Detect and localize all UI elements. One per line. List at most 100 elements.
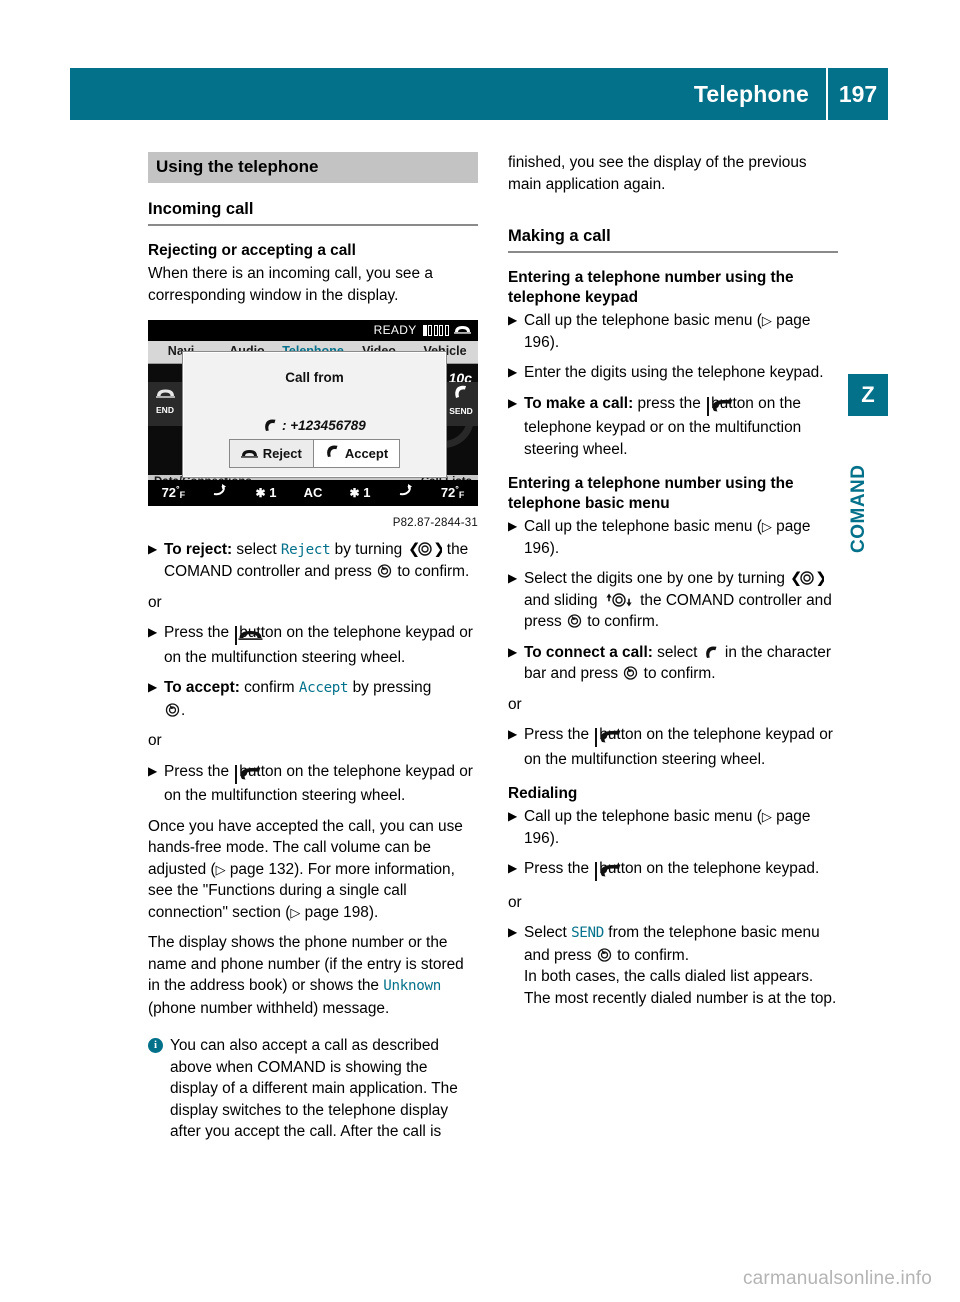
comand-screen: READY Navi Audio Telephone Video Vehicle… bbox=[148, 320, 478, 506]
step-bullet-icon: ▶ bbox=[508, 571, 518, 585]
step-call-up-basic-menu-3: ▶ Call up the telephone basic menu (▷ pa… bbox=[508, 806, 838, 849]
step-label-bold: To connect a call: bbox=[524, 643, 653, 661]
step-text: by pressing bbox=[348, 679, 432, 696]
or-label: or bbox=[508, 695, 522, 713]
send-call-key-icon bbox=[595, 862, 621, 881]
intro-paragraph: When there is an incoming call, you see … bbox=[148, 265, 433, 304]
heading-entering-number-basic-menu: Entering a telephone number using the te… bbox=[508, 475, 794, 512]
step-label-bold: To accept: bbox=[164, 679, 240, 696]
ui-string-accept: Accept bbox=[298, 680, 349, 696]
dialog-caller-number: : +123456789 bbox=[183, 415, 446, 437]
step-bullet-icon: ▶ bbox=[508, 809, 518, 823]
step-bullet-icon: ▶ bbox=[508, 519, 518, 533]
step-press-send-key-3: ▶ Press the button on the telephone keyp… bbox=[508, 858, 838, 883]
step-text: to confirm. bbox=[393, 563, 470, 580]
svg-text:❯: ❯ bbox=[433, 541, 442, 557]
step-text: Press the bbox=[164, 762, 234, 780]
left-column: Using the telephone Incoming call Reject… bbox=[148, 152, 478, 1143]
heading-rejecting-accepting: Rejecting or accepting a call bbox=[148, 242, 356, 259]
phone-handset-icon bbox=[704, 644, 719, 658]
step-press-end-key: ▶ Press the button on the telephone keyp… bbox=[148, 622, 478, 668]
step-bullet-icon: ▶ bbox=[508, 395, 518, 410]
step-text: Press the bbox=[164, 624, 234, 641]
step-bullet-icon: ▶ bbox=[508, 861, 518, 875]
step-body: Call up the telephone basic menu (▷ page… bbox=[524, 312, 811, 351]
info-note-text: You can also accept a call as described … bbox=[170, 1037, 458, 1140]
send-call-key-icon bbox=[235, 764, 261, 784]
step-body: To accept: confirm Accept by pressing . bbox=[164, 677, 478, 721]
comand-press-icon bbox=[623, 665, 638, 680]
or-label: or bbox=[148, 593, 162, 611]
send-call-key-icon bbox=[595, 728, 621, 747]
step-text: confirm bbox=[239, 679, 299, 696]
step-to-reject: ▶ To reject: select Reject by turning ❮❯… bbox=[148, 539, 478, 583]
end-call-key[interactable]: END bbox=[148, 382, 182, 426]
fan-speed-left: ✱ 1 bbox=[255, 484, 277, 500]
step-body: To make a call: press the button on the … bbox=[524, 394, 802, 458]
step-extra-text: In both cases, the calls dialed list app… bbox=[524, 968, 837, 1007]
page-header: Telephone 197 bbox=[70, 68, 888, 120]
step-bullet-icon: ▶ bbox=[148, 763, 158, 778]
dialog-accept-button[interactable]: Accept bbox=[313, 438, 401, 468]
send-key-label: SEND bbox=[449, 406, 473, 417]
step-bullet-icon: ▶ bbox=[508, 644, 518, 659]
comand-turn-icon: ❮❯ bbox=[790, 569, 828, 587]
page-reference-198: page 198 bbox=[300, 903, 369, 921]
status-ready-label: READY bbox=[373, 322, 417, 337]
comand-display-figure: READY Navi Audio Telephone Video Vehicle… bbox=[148, 320, 478, 535]
comand-slide-icon bbox=[603, 592, 635, 608]
page-number: 197 bbox=[838, 80, 878, 107]
airflow-icon-right bbox=[398, 482, 414, 504]
step-text: by turning bbox=[330, 540, 407, 558]
info-icon-wrap: i bbox=[148, 1035, 170, 1143]
step-body: Press the button on the telephone keypad… bbox=[164, 761, 478, 807]
page-ref-icon: ▷ bbox=[290, 904, 301, 920]
step-bullet-icon: ▶ bbox=[508, 925, 518, 939]
step-body: Call up the telephone basic menu (▷ page… bbox=[524, 518, 811, 557]
step-select-digits: ▶ Select the digits one by one by turnin… bbox=[508, 568, 838, 633]
subsection-heading-making-a-call: Making a call bbox=[508, 226, 838, 253]
comand-press-icon bbox=[377, 563, 392, 578]
accept-handset-icon bbox=[325, 443, 340, 465]
climate-temp-left: 72°F bbox=[161, 484, 186, 501]
or-label: or bbox=[508, 893, 522, 911]
info-icon: i bbox=[148, 1038, 163, 1053]
send-call-key-icon bbox=[707, 396, 733, 416]
ui-string-reject: Reject bbox=[280, 541, 331, 558]
paragraph-continuation: finished, you see the display of the pre… bbox=[508, 154, 807, 193]
page-ref-icon: ▷ bbox=[215, 861, 226, 877]
page-ref-icon: ▷ bbox=[761, 809, 772, 824]
step-bullet-icon: ▶ bbox=[148, 541, 158, 556]
svg-text:❯: ❯ bbox=[815, 570, 824, 586]
screen-status-bar: READY bbox=[148, 320, 478, 341]
step-text: select bbox=[232, 540, 281, 558]
send-call-key[interactable]: SEND bbox=[444, 382, 478, 426]
heading-redialing: Redialing bbox=[508, 785, 578, 802]
margin-tab: Z bbox=[848, 374, 888, 416]
climate-temp-right: 72°F bbox=[440, 484, 465, 501]
step-press-send-key-2: ▶ Press the button on the telephone keyp… bbox=[508, 724, 838, 770]
comand-press-icon bbox=[597, 947, 612, 962]
ui-string-unknown: Unknown bbox=[383, 978, 441, 994]
page-ref-icon: ▷ bbox=[761, 519, 772, 534]
figure-caption: P82.87-2844-31 bbox=[392, 517, 478, 529]
comand-press-icon bbox=[567, 613, 582, 628]
step-body: To connect a call: select in the charact… bbox=[524, 643, 831, 683]
step-bullet-icon: ▶ bbox=[508, 727, 518, 741]
dialog-reject-button[interactable]: Reject bbox=[228, 438, 314, 468]
step-call-up-basic-menu-2: ▶ Call up the telephone basic menu (▷ pa… bbox=[508, 516, 838, 559]
dialog-buttons: Reject Accept bbox=[183, 438, 446, 468]
step-label-bold: To reject: bbox=[164, 540, 233, 558]
comand-turn-icon: ❮❯ bbox=[408, 540, 446, 558]
step-body: Press the button on the telephone keypad… bbox=[164, 622, 478, 668]
dialog-phone-icon bbox=[263, 418, 282, 433]
step-bullet-icon: ▶ bbox=[148, 625, 158, 639]
step-body: Call up the telephone basic menu (▷ page… bbox=[524, 808, 811, 847]
step-to-make-a-call: ▶ To make a call: press the button on th… bbox=[508, 393, 838, 461]
signal-strength-icon bbox=[422, 325, 451, 336]
page-ref-icon: ▷ bbox=[761, 313, 772, 328]
step-bullet-icon: ▶ bbox=[508, 313, 518, 327]
screen-climate-bar: 72°F ✱ 1 AC ✱ 1 72°F bbox=[148, 480, 478, 506]
heading-entering-number-keypad: Entering a telephone number using the te… bbox=[508, 269, 794, 306]
info-note: i You can also accept a call as describe… bbox=[148, 1035, 478, 1143]
